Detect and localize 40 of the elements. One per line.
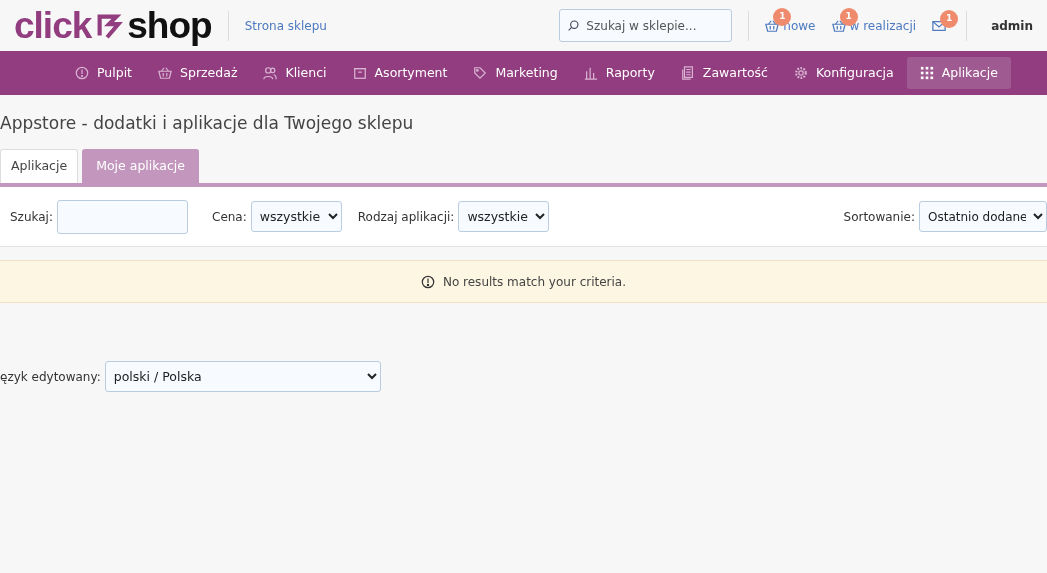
grid-icon <box>919 66 934 80</box>
basket-icon <box>158 66 173 80</box>
language-label: ęzyk edytowany: <box>0 368 101 386</box>
alert-message: No results match your criteria. <box>442 273 627 291</box>
tag-icon <box>473 66 488 80</box>
nav-item[interactable]: Asortyment <box>339 57 461 89</box>
nav-item[interactable]: Sprzedaż <box>145 57 251 89</box>
warning-icon <box>420 274 435 289</box>
search-field[interactable]: Szukaj w sklepie... <box>559 9 733 42</box>
search-icon <box>567 19 581 32</box>
page-title: Appstore - dodatki i aplikacje dla Twojego sklepu <box>0 113 415 134</box>
bar-chart-icon <box>583 66 598 80</box>
nav-item[interactable]: Klienci <box>250 57 340 89</box>
nav-item[interactable]: Pulpit <box>62 57 146 89</box>
nav-item[interactable]: Aplikacje <box>906 57 1011 89</box>
count-badge: 1 <box>940 9 959 28</box>
user-name[interactable]: admin <box>991 16 1033 35</box>
filter-select[interactable]: wszystkie <box>458 201 550 233</box>
document-icon <box>680 66 695 80</box>
nav-item[interactable]: Konfiguracja <box>781 57 907 89</box>
basket-icon <box>765 18 780 33</box>
nav-item[interactable]: Marketing <box>460 57 571 89</box>
language-select[interactable]: polski / Polska <box>104 361 381 393</box>
sort-select[interactable]: Ostatnio dodane <box>919 201 1047 233</box>
logo-text: shop <box>127 7 212 44</box>
box-icon <box>352 66 367 80</box>
search-field[interactable] <box>57 199 188 234</box>
filter-label: Cena: <box>212 208 247 226</box>
nav-item[interactable]: Zawartość <box>667 57 781 89</box>
tab[interactable]: Aplikacje <box>0 149 79 184</box>
basket-icon <box>831 18 846 33</box>
filter-select[interactable]: wszystkie <box>250 201 342 233</box>
settings-icon <box>794 66 808 80</box>
nav-item[interactable]: Raporty <box>570 57 668 89</box>
users-icon <box>263 66 278 80</box>
filter-label: Szukaj: <box>10 208 53 226</box>
filter-label: Rodzaj aplikacji: <box>357 208 455 226</box>
sort-label: Sortowanie: <box>843 208 915 226</box>
logo-text: click <box>14 7 92 44</box>
store-link[interactable]: Strona sklepu <box>244 16 327 35</box>
